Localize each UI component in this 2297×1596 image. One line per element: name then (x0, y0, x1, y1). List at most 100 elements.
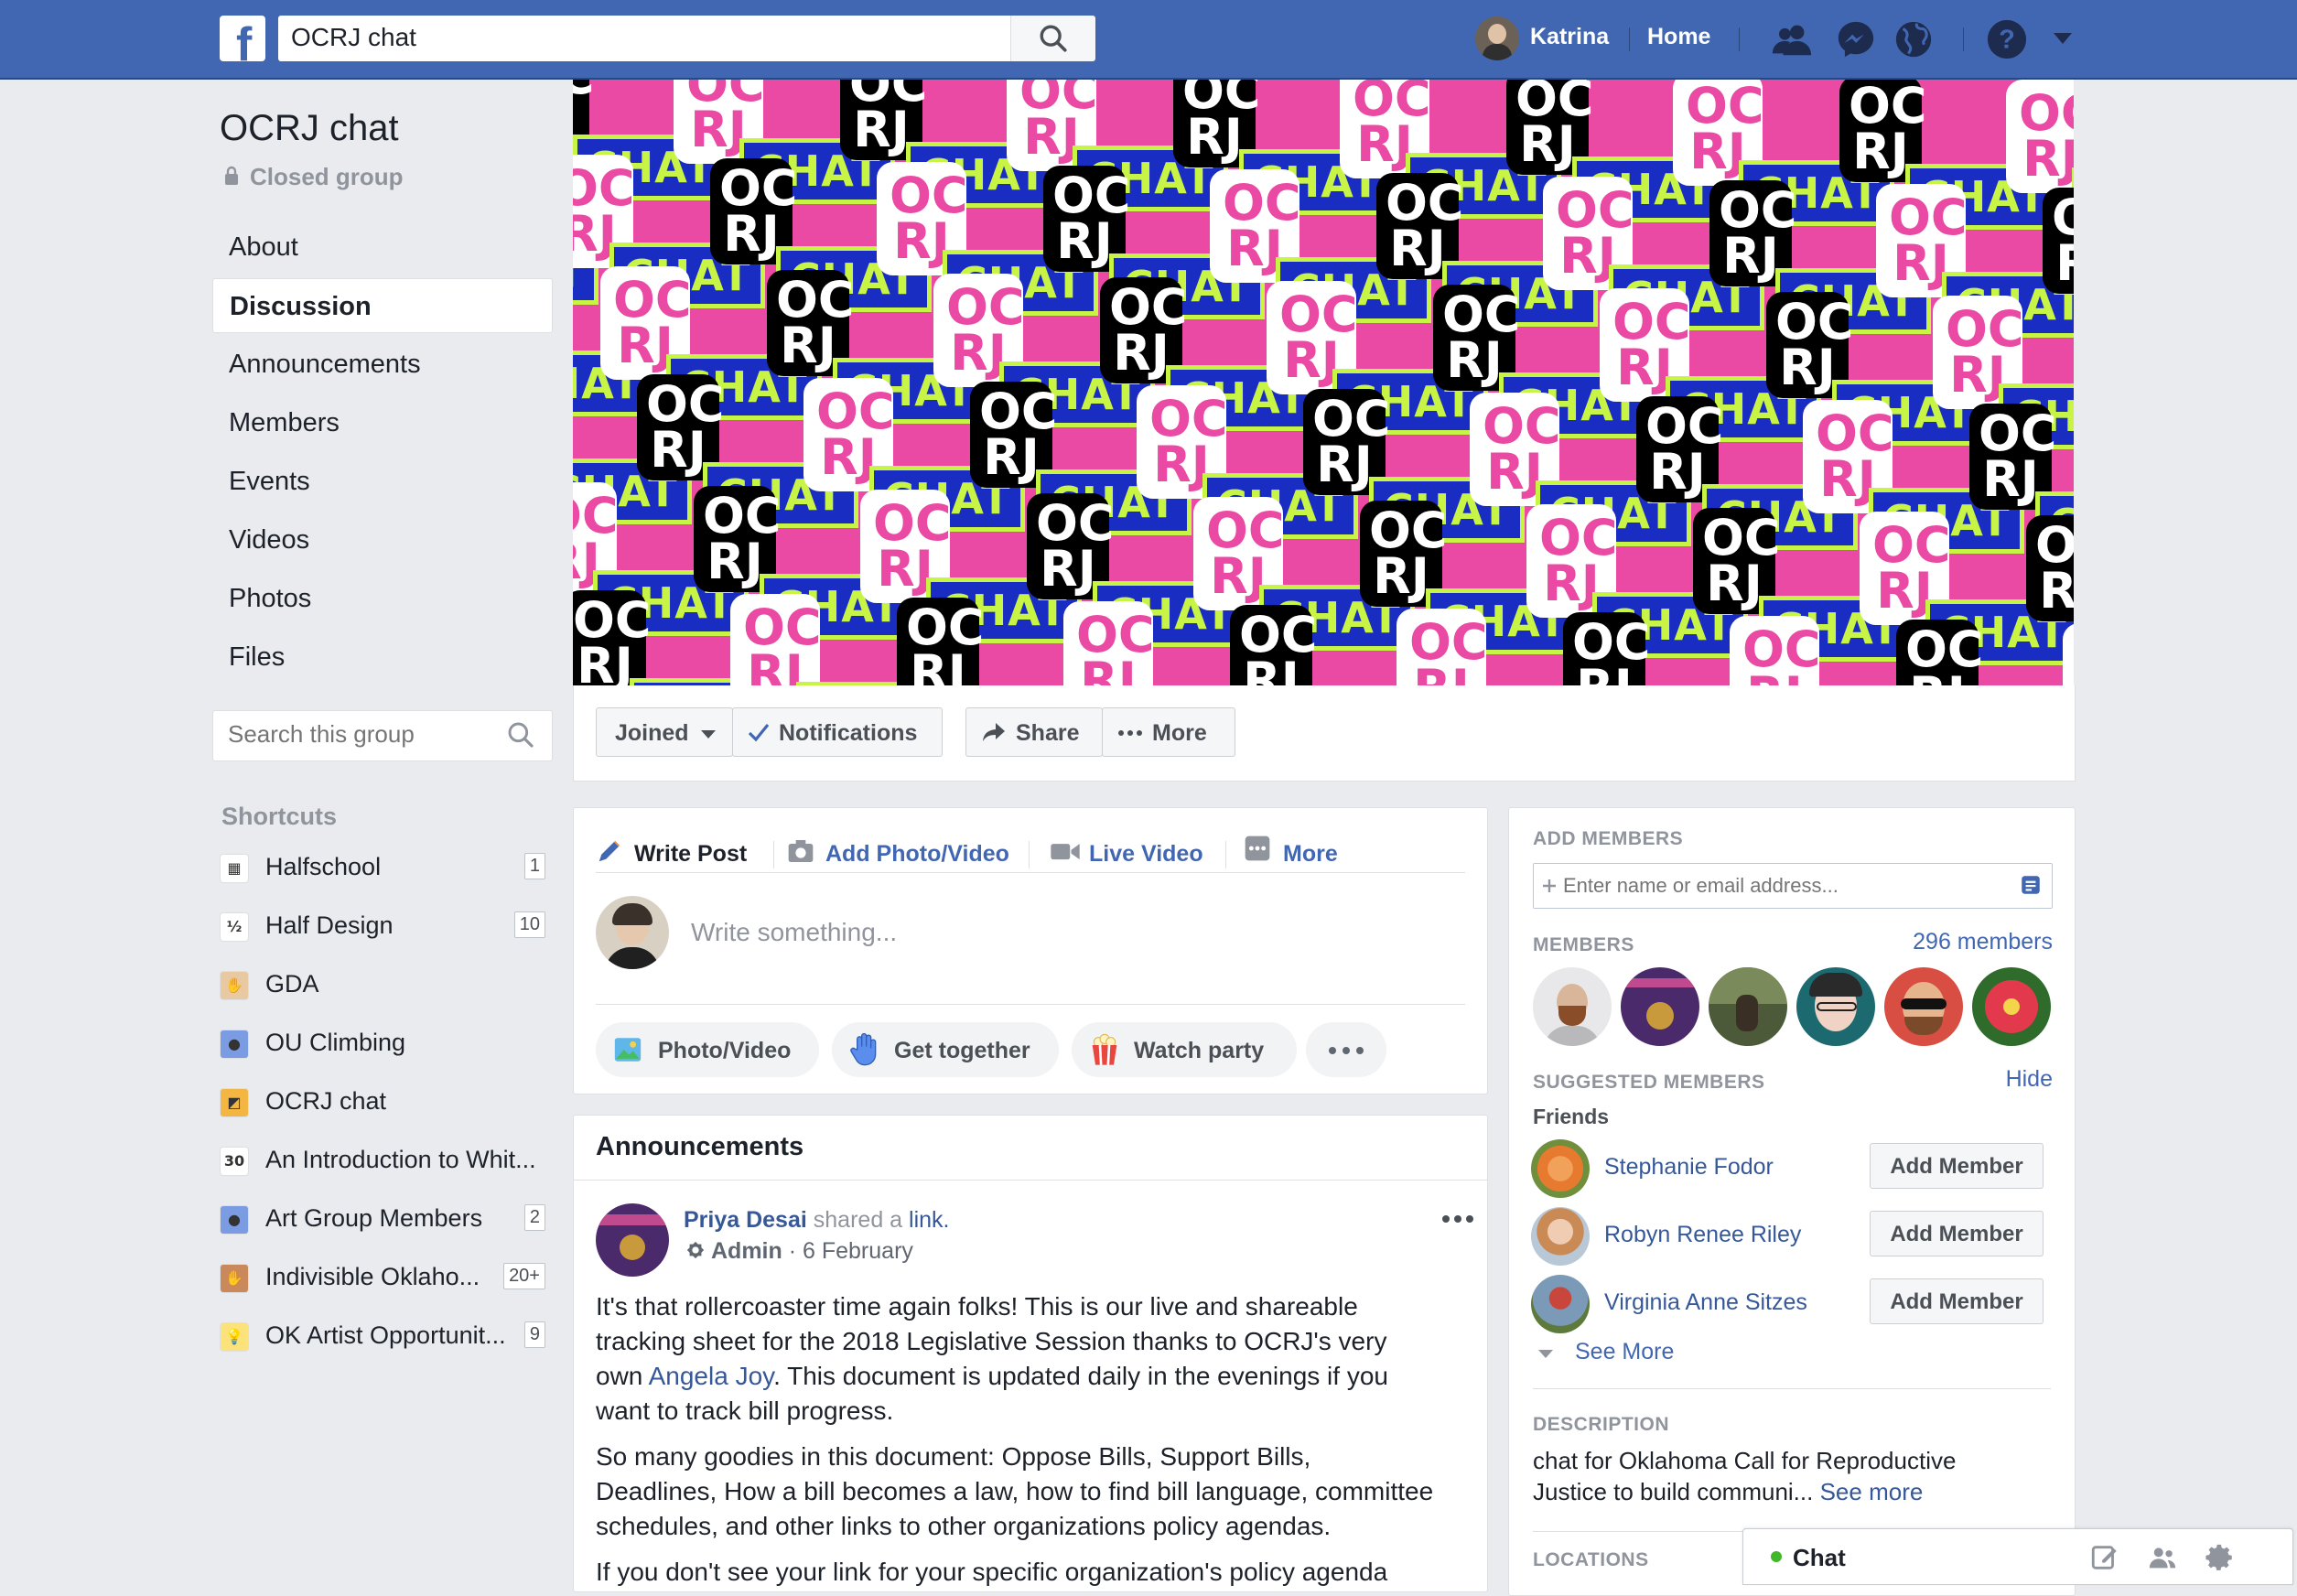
shortcut-group-icon: ◩ (220, 1088, 249, 1117)
tab-add-photo-video[interactable]: Add Photo/Video (825, 841, 1009, 868)
sidebar-item-photos[interactable]: Photos (212, 571, 551, 624)
sidebar-item-videos[interactable]: Videos (212, 512, 551, 566)
compose-message-icon[interactable] (2089, 1542, 2120, 1573)
add-member-button[interactable]: Add Member (1870, 1143, 2044, 1189)
shortcut-item[interactable]: ✋ Indivisible Oklaho... 20+ (220, 1254, 545, 1299)
search-icon[interactable] (506, 720, 535, 749)
description-text: Justice to build communi... (1533, 1478, 1814, 1505)
member-photo[interactable] (1531, 1139, 1590, 1198)
more-button[interactable]: More (1102, 707, 1235, 757)
notifications-button[interactable]: Notifications (732, 707, 943, 757)
cover-ocrj-text: RJ (2052, 239, 2074, 288)
member-avatar[interactable] (1707, 965, 1789, 1048)
author-name[interactable]: Priya Desai (684, 1207, 807, 1233)
sidebar-item-about[interactable]: About (212, 220, 551, 273)
member-avatar[interactable] (1619, 965, 1701, 1048)
get-together-label: Get together (894, 1038, 1030, 1063)
friends-icon[interactable] (1771, 18, 1813, 60)
home-link[interactable]: Home (1647, 24, 1710, 50)
profile-link[interactable]: Katrina (1530, 24, 1609, 50)
get-together-button[interactable]: Get together (832, 1022, 1059, 1077)
new-group-icon[interactable] (2146, 1542, 2179, 1573)
shortcut-item[interactable]: ▦ Halfschool 1 (220, 844, 545, 890)
author-avatar[interactable] (596, 1203, 669, 1277)
global-search-input[interactable] (278, 16, 999, 59)
photo-video-button[interactable]: Photo/Video (596, 1022, 819, 1077)
composer-avatar (596, 896, 669, 969)
shortcut-item[interactable]: ✋ GDA (220, 961, 545, 1007)
sidebar-item-label: Files (229, 642, 286, 672)
members-count-link[interactable]: 296 members (1913, 929, 2053, 955)
sidebar-item-discussion[interactable]: Discussion (212, 278, 553, 333)
caret-down-icon[interactable] (2052, 31, 2074, 46)
add-member-button[interactable]: Add Member (1870, 1278, 2044, 1324)
facebook-logo-icon[interactable]: f (220, 16, 265, 61)
cover-ocrj-text: RJ (1389, 220, 1446, 277)
cover-ocrj-text: RJ (1742, 671, 1806, 686)
shortcut-item[interactable]: ● OU Climbing (220, 1019, 545, 1065)
messenger-icon[interactable] (1835, 18, 1877, 60)
sidebar-item-events[interactable]: Events (212, 454, 551, 507)
member-avatar[interactable] (1970, 965, 2053, 1048)
cover-ocrj-text: RJ (723, 205, 780, 263)
post-line: So many goodies in this document: Oppose… (596, 1442, 1311, 1471)
caret-down-icon (1538, 1350, 1553, 1358)
tab-live-video[interactable]: Live Video (1089, 841, 1203, 868)
mention-link[interactable]: Angela Joy (649, 1362, 773, 1390)
member-avatar[interactable] (1795, 965, 1877, 1048)
online-status-dot (1771, 1551, 1782, 1562)
member-photo[interactable] (1531, 1207, 1590, 1266)
suggested-member-name[interactable]: Virginia Anne Sitzes (1604, 1289, 1807, 1316)
joined-button[interactable]: Joined (596, 707, 733, 757)
share-button[interactable]: Share (965, 707, 1103, 757)
hide-suggestions-link[interactable]: Hide (2006, 1066, 2053, 1093)
shortcut-group-icon: ● (220, 1030, 249, 1059)
suggested-members-heading: SUGGESTED MEMBERS (1533, 1072, 1765, 1093)
sidebar-item-announcements[interactable]: Announcements (212, 337, 551, 390)
add-member-input[interactable] (1561, 864, 2004, 908)
shortcut-item[interactable]: 30 An Introduction to Whit... (220, 1137, 545, 1182)
address-book-icon[interactable] (2019, 873, 2043, 897)
member-avatar[interactable] (1882, 965, 1965, 1048)
suggested-member-name[interactable]: Robyn Renee Riley (1604, 1222, 1801, 1248)
group-cover-photo[interactable]: CHAT OC RJ CHAT OC RJ CHAT OC RJ CHAT OC RJ CHAT OC RJ… (573, 80, 2074, 685)
shortcut-label: OCRJ chat (265, 1087, 387, 1115)
cover-ocrj-tile: OCRJ (1563, 612, 1651, 685)
post-line: tracking sheet for the 2018 Legislative … (596, 1327, 1387, 1355)
user-avatar[interactable] (1475, 16, 1519, 60)
globe-icon[interactable] (1893, 18, 1935, 60)
shortcut-group-icon: ½ (220, 912, 249, 942)
top-navigation-bar: f Katrina Home ? (0, 0, 2297, 80)
shortcut-item[interactable]: ● Art Group Members 2 (220, 1195, 545, 1241)
see-more-description-link[interactable]: See more (1820, 1478, 1924, 1505)
post-options-icon[interactable] (1441, 1214, 1474, 1224)
suggested-member-name[interactable]: Stephanie Fodor (1604, 1154, 1774, 1181)
cover-ocrj-text: RJ (577, 637, 633, 686)
add-member-button[interactable]: Add Member (1870, 1211, 2044, 1256)
watch-party-button[interactable]: Watch party (1072, 1022, 1297, 1077)
shortcut-item[interactable]: 💡 OK Artist Opportunit... 9 (220, 1312, 545, 1358)
cover-ocrj-tile: OCRJ (2063, 623, 2074, 685)
member-avatar[interactable] (1531, 965, 1613, 1048)
camera-icon (788, 840, 814, 862)
shortcut-item[interactable]: ½ Half Design 10 (220, 902, 545, 948)
shared-link[interactable]: link. (909, 1207, 949, 1233)
post-date[interactable]: · 6 February (789, 1238, 913, 1264)
shortcut-item[interactable]: ◩ OCRJ chat (220, 1078, 545, 1124)
tab-write-post[interactable]: Write Post (634, 841, 747, 868)
sidebar-item-members[interactable]: Members (212, 395, 551, 448)
composer-input[interactable]: Write something... (691, 918, 897, 947)
help-icon[interactable]: ? (1986, 18, 2028, 60)
more-composer-options-button[interactable] (1306, 1022, 1386, 1077)
search-button[interactable] (1010, 16, 1095, 61)
chat-tab[interactable]: Chat (1742, 1528, 2293, 1585)
member-photo[interactable] (1531, 1275, 1590, 1333)
shortcut-label: An Introduction to Whit... (265, 1146, 536, 1173)
group-search-input[interactable] (213, 711, 517, 757)
sidebar-item-files[interactable]: Files (212, 630, 551, 683)
group-title[interactable]: OCRJ chat (220, 108, 399, 149)
settings-gear-icon[interactable] (2205, 1542, 2236, 1573)
cover-ocrj-text: RJ (1243, 652, 1299, 686)
tab-more[interactable]: More (1283, 841, 1338, 868)
see-more-suggestions-link[interactable]: See More (1575, 1339, 1674, 1365)
